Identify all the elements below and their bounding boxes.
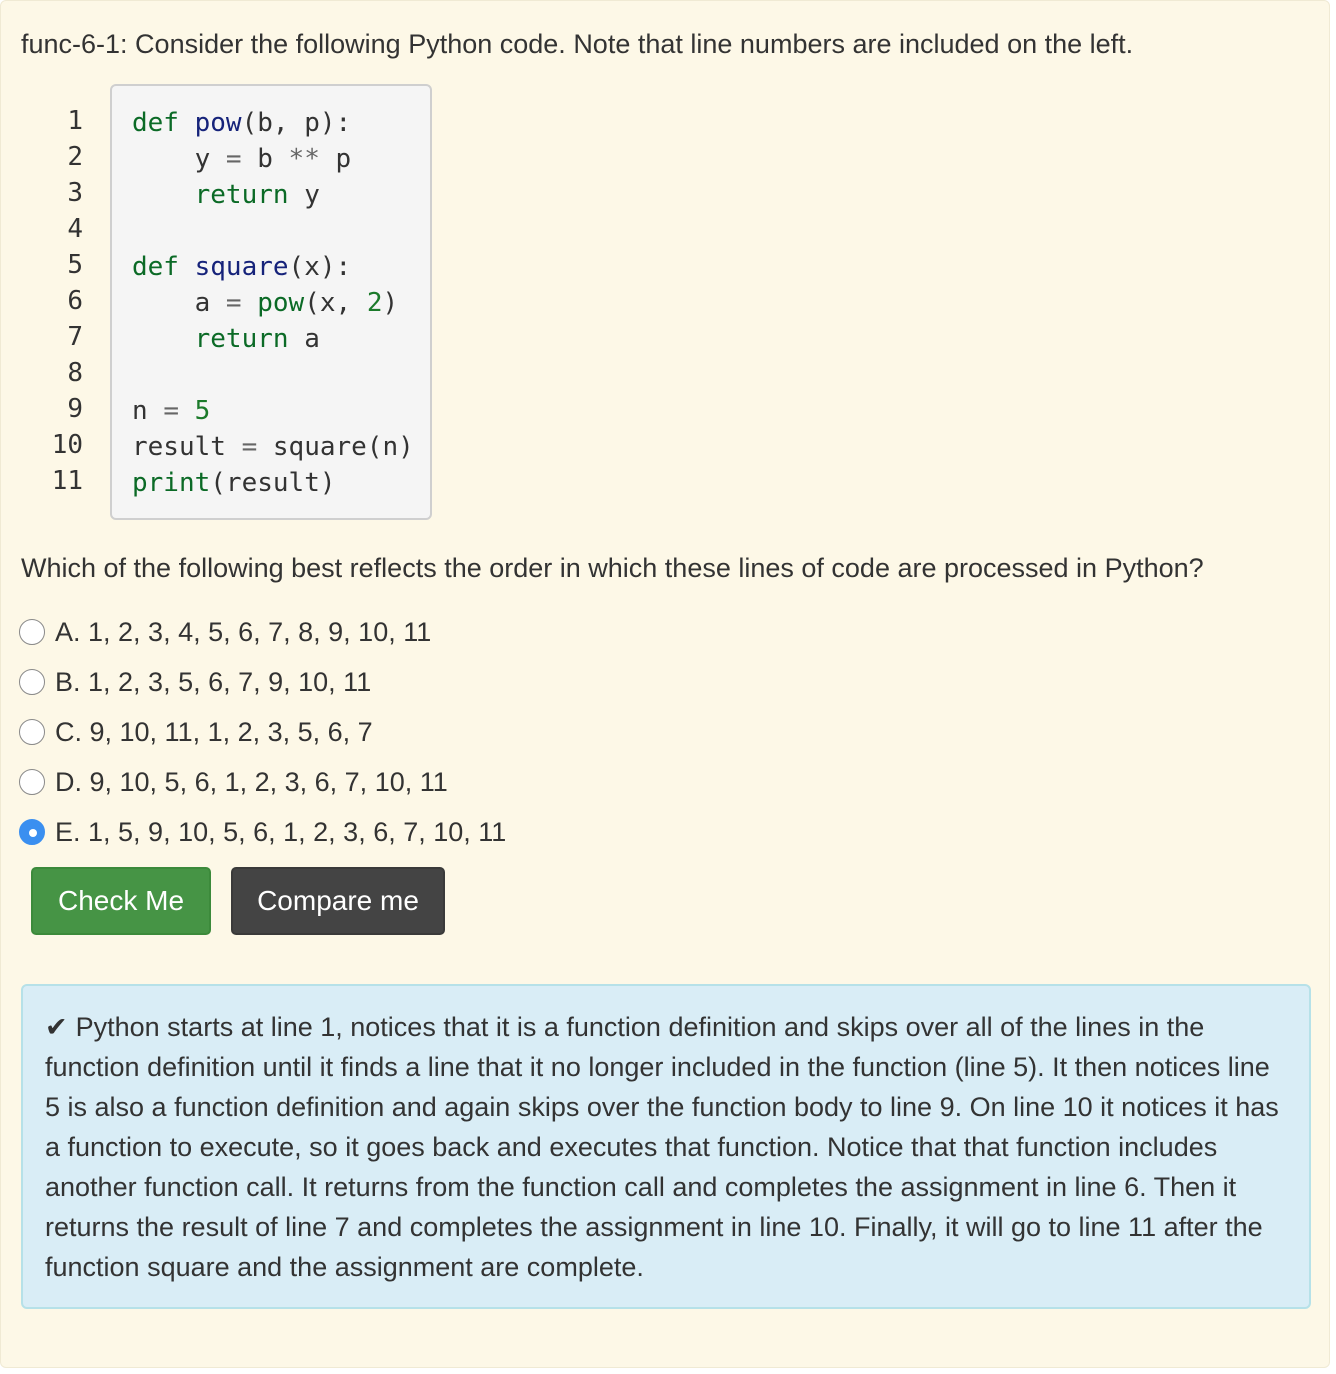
code-token: b xyxy=(241,144,289,174)
code-line: print(result) xyxy=(132,465,414,501)
line-number: 4 xyxy=(67,214,83,244)
compare-me-button[interactable]: Compare me xyxy=(231,867,445,935)
radio-button[interactable] xyxy=(19,819,45,845)
feedback-panel: ✔ Python starts at line 1, notices that i… xyxy=(21,984,1311,1309)
code-token: n xyxy=(132,396,164,426)
code-token: square(n) xyxy=(257,432,414,462)
answer-option-label: C. 9, 10, 11, 1, 2, 3, 5, 6, 7 xyxy=(55,716,373,747)
line-number: 2 xyxy=(67,142,83,172)
code-token: result xyxy=(132,432,242,462)
answer-option[interactable]: E. 1, 5, 9, 10, 5, 6, 1, 2, 3, 6, 7, 10,… xyxy=(19,807,506,857)
line-number: 9 xyxy=(67,394,83,424)
code-token: return xyxy=(194,180,289,210)
code-token: = xyxy=(163,396,179,426)
radio-button[interactable] xyxy=(19,719,45,745)
code-token: a xyxy=(132,288,226,318)
code-token: return xyxy=(194,324,289,354)
code-token: 5 xyxy=(194,396,211,426)
code-token: def xyxy=(132,108,179,138)
code-token: = xyxy=(225,144,242,174)
question-text: func-6-1: Consider the following Python … xyxy=(21,29,1134,59)
answer-option-label: B. 1, 2, 3, 5, 6, 7, 9, 10, 11 xyxy=(55,666,372,697)
code-token: 2 xyxy=(366,288,383,318)
code-token: square xyxy=(194,252,289,282)
answer-options: A. 1, 2, 3, 4, 5, 6, 7, 8, 9, 10, 11 B. 1… xyxy=(19,607,506,857)
line-number: 3 xyxy=(67,178,83,208)
code-token: = xyxy=(225,288,242,318)
line-number: 5 xyxy=(67,250,83,280)
answer-option-label: D. 9, 10, 5, 6, 1, 2, 3, 6, 7, 10, 11 xyxy=(55,766,448,797)
code-token: (x, xyxy=(304,288,367,318)
code-line: return y xyxy=(132,177,414,213)
code-token: (x): xyxy=(288,252,352,282)
code-token: def xyxy=(132,252,179,282)
code-token: p xyxy=(319,144,352,174)
question-card: func-6-1: Consider the following Python … xyxy=(0,0,1330,1368)
code-line: result = square(n) xyxy=(132,429,414,465)
line-number: 6 xyxy=(67,286,83,316)
code-line: def pow(b, p): xyxy=(132,105,414,141)
line-number: 7 xyxy=(67,322,83,352)
code-token: (result) xyxy=(210,468,336,498)
code-block: def pow(b, p): y = b ** p return y def sq… xyxy=(110,84,432,520)
code-line: n = 5 xyxy=(132,393,414,429)
radio-button[interactable] xyxy=(19,669,45,695)
code-lines: def pow(b, p): y = b ** p return y def sq… xyxy=(132,105,414,501)
code-token: y xyxy=(288,180,320,210)
code-token: a xyxy=(288,324,320,354)
radio-button[interactable] xyxy=(19,769,45,795)
code-line: y = b ** p xyxy=(132,141,414,177)
feedback-text: Python starts at line 1, notices that it… xyxy=(45,1012,1279,1282)
code-token: pow xyxy=(257,288,305,318)
code-token: ) xyxy=(382,288,399,318)
code-line: a = pow(x, 2) xyxy=(132,285,414,321)
line-number: 11 xyxy=(51,466,83,496)
question-prompt: Which of the following best reflects the… xyxy=(21,553,1204,583)
code-token: pow xyxy=(194,108,242,138)
answer-option[interactable]: C. 9, 10, 11, 1, 2, 3, 5, 6, 7 xyxy=(19,707,506,757)
line-number-gutter: 1 2 3 4 5 6 7 8 9 10 11 xyxy=(41,103,83,499)
answer-option-label: A. 1, 2, 3, 4, 5, 6, 7, 8, 9, 10, 11 xyxy=(55,616,432,647)
code-token: = xyxy=(241,432,258,462)
code-line: def square(x): xyxy=(132,249,414,285)
line-number: 1 xyxy=(67,106,83,136)
code-token: (b, p): xyxy=(241,108,352,138)
answer-option[interactable]: A. 1, 2, 3, 4, 5, 6, 7, 8, 9, 10, 11 xyxy=(19,607,506,657)
answer-option[interactable]: B. 1, 2, 3, 5, 6, 7, 9, 10, 11 xyxy=(19,657,506,707)
code-token: y xyxy=(132,144,226,174)
code-line: return a xyxy=(132,321,414,357)
answer-option[interactable]: D. 9, 10, 5, 6, 1, 2, 3, 6, 7, 10, 11 xyxy=(19,757,506,807)
radio-button[interactable] xyxy=(19,619,45,645)
answer-option-label: E. 1, 5, 9, 10, 5, 6, 1, 2, 3, 6, 7, 10,… xyxy=(55,816,507,847)
code-token: print xyxy=(132,468,211,498)
line-number: 8 xyxy=(67,358,83,388)
check-me-button[interactable]: Check Me xyxy=(31,867,211,935)
checkmark-icon: ✔ xyxy=(45,1012,68,1042)
line-number: 10 xyxy=(51,430,83,460)
code-token: ** xyxy=(288,144,320,174)
